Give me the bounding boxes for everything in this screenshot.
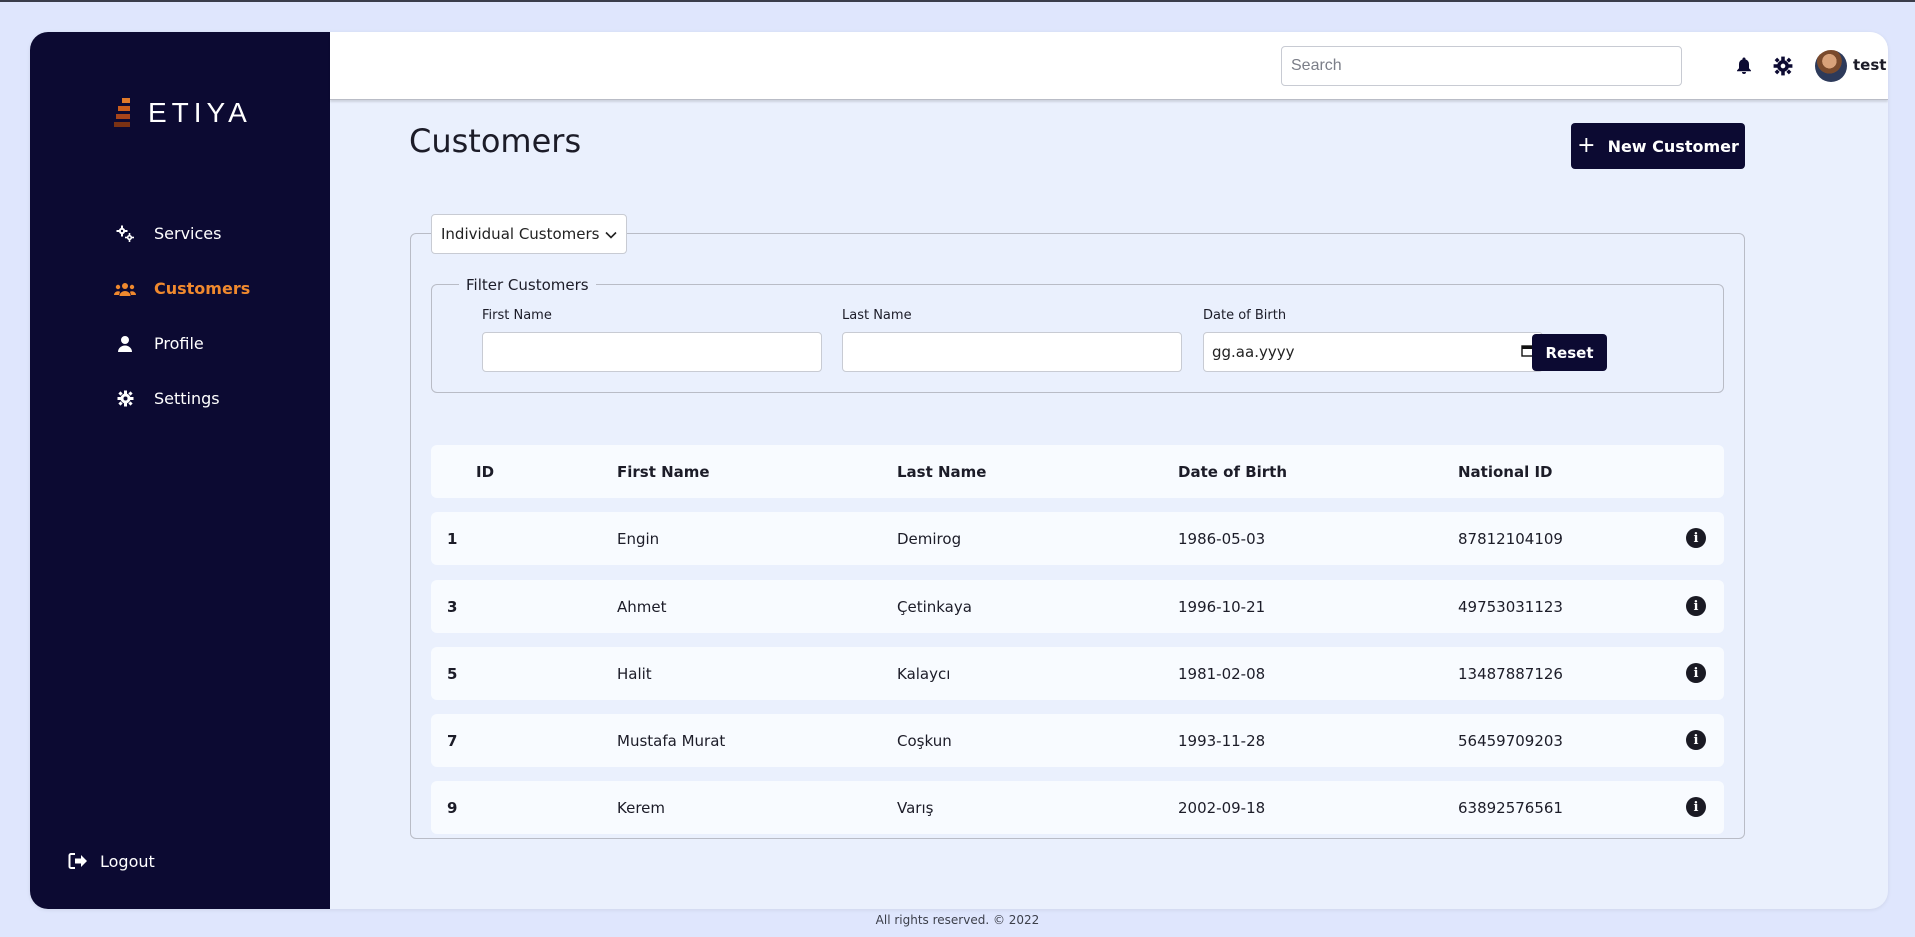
reset-button[interactable]: Reset xyxy=(1532,334,1607,371)
first-name-label: First Name xyxy=(482,308,552,323)
cell-national-id: 87812104109 xyxy=(1458,529,1563,548)
cell-id: 5 xyxy=(447,664,458,683)
gear-icon xyxy=(114,388,136,410)
cell-id: 7 xyxy=(447,731,458,750)
cell-last-name: Coşkun xyxy=(897,731,952,750)
cell-first-name: Halit xyxy=(617,664,652,683)
sidebar: ETIYA Services Customers Profile Setting… xyxy=(30,32,330,909)
cell-last-name: Çetinkaya xyxy=(897,597,972,616)
user-icon xyxy=(114,333,136,355)
cell-national-id: 49753031123 xyxy=(1458,597,1563,616)
dob-field[interactable]: gg.aa.yyyy xyxy=(1203,332,1543,372)
table-row[interactable]: 9 Kerem Varış 2002-09-18 63892576561 i xyxy=(431,781,1724,834)
info-icon[interactable]: i xyxy=(1686,596,1706,616)
cell-first-name: Engin xyxy=(617,529,660,548)
cell-dob: 1986-05-03 xyxy=(1178,529,1266,548)
logo-mark-icon xyxy=(114,97,140,129)
sidebar-nav: Services Customers Profile Settings xyxy=(114,206,250,426)
column-header-first-name: First Name xyxy=(617,462,710,481)
first-name-field[interactable] xyxy=(482,332,822,372)
info-icon[interactable]: i xyxy=(1686,730,1706,750)
column-header-id: ID xyxy=(476,462,495,481)
dob-label: Date of Birth xyxy=(1203,308,1287,323)
sidebar-item-label: Customers xyxy=(154,279,251,298)
sidebar-item-label: Profile xyxy=(154,334,204,353)
cell-national-id: 56459709203 xyxy=(1458,731,1563,750)
sidebar-item-customers[interactable]: Customers xyxy=(114,261,250,316)
customer-type-value: Individual Customers xyxy=(441,225,600,243)
cell-dob: 1993-11-28 xyxy=(1178,731,1266,750)
sidebar-item-services[interactable]: Services xyxy=(114,206,250,261)
user-menu[interactable]: test xyxy=(1853,56,1888,74)
user-name: test xyxy=(1853,56,1887,74)
cell-dob: 1996-10-21 xyxy=(1178,597,1266,616)
last-name-field[interactable] xyxy=(842,332,1182,372)
logout-button[interactable]: Logout xyxy=(68,850,155,872)
chevron-down-icon xyxy=(605,225,617,243)
top-bar: test xyxy=(330,32,1888,100)
gears-icon xyxy=(114,223,136,245)
avatar[interactable] xyxy=(1815,50,1847,82)
dob-placeholder: gg.aa.yyyy xyxy=(1212,343,1295,361)
column-header-last-name: Last Name xyxy=(897,462,987,481)
info-icon[interactable]: i xyxy=(1686,663,1706,683)
customer-type-select[interactable]: Individual Customers xyxy=(431,214,627,254)
search-input[interactable] xyxy=(1281,46,1682,86)
last-name-label: Last Name xyxy=(842,308,912,323)
logo-text: ETIYA xyxy=(148,97,252,128)
cell-dob: 2002-09-18 xyxy=(1178,798,1266,817)
logo[interactable]: ETIYA xyxy=(114,96,252,130)
plus-icon: + xyxy=(1577,133,1596,158)
cell-last-name: Varış xyxy=(897,798,934,817)
logout-label: Logout xyxy=(100,851,155,871)
cell-national-id: 63892576561 xyxy=(1458,798,1563,817)
sidebar-item-settings[interactable]: Settings xyxy=(114,371,250,426)
sidebar-item-label: Settings xyxy=(154,389,220,408)
cell-national-id: 13487887126 xyxy=(1458,664,1563,683)
users-icon xyxy=(114,278,136,300)
new-customer-label: New Customer xyxy=(1607,136,1739,156)
cell-id: 1 xyxy=(447,529,458,548)
cell-first-name: Kerem xyxy=(617,798,665,817)
table-row[interactable]: 5 Halit Kalaycı 1981-02-08 13487887126 i xyxy=(431,647,1724,700)
info-icon[interactable]: i xyxy=(1686,528,1706,548)
info-icon[interactable]: i xyxy=(1686,797,1706,817)
footer-text: All rights reserved. © 2022 xyxy=(875,913,1040,927)
cell-id: 3 xyxy=(447,597,458,616)
gear-icon[interactable] xyxy=(1771,54,1795,78)
window-top-border xyxy=(0,0,1915,2)
sidebar-item-label: Services xyxy=(154,224,222,243)
table-row[interactable]: 1 Engin Demirog 1986-05-03 87812104109 i xyxy=(431,512,1724,565)
new-customer-button[interactable]: + New Customer xyxy=(1571,123,1745,169)
cell-first-name: Mustafa Murat xyxy=(617,731,726,750)
table-header: ID First Name Last Name Date of Birth Na… xyxy=(431,445,1724,498)
cell-first-name: Ahmet xyxy=(617,597,667,616)
table-row[interactable]: 7 Mustafa Murat Coşkun 1993-11-28 564597… xyxy=(431,714,1724,767)
sign-out-icon xyxy=(68,850,90,872)
column-header-national-id: National ID xyxy=(1458,462,1553,481)
bell-icon[interactable] xyxy=(1732,54,1756,78)
column-header-dob: Date of Birth xyxy=(1178,462,1288,481)
cell-last-name: Demirog xyxy=(897,529,962,548)
table-row[interactable]: 3 Ahmet Çetinkaya 1996-10-21 49753031123… xyxy=(431,580,1724,633)
cell-dob: 1981-02-08 xyxy=(1178,664,1266,683)
page-title: Customers xyxy=(409,122,582,160)
cell-last-name: Kalaycı xyxy=(897,664,951,683)
filter-legend: Filter Customers xyxy=(459,276,596,294)
sidebar-item-profile[interactable]: Profile xyxy=(114,316,250,371)
cell-id: 9 xyxy=(447,798,458,817)
